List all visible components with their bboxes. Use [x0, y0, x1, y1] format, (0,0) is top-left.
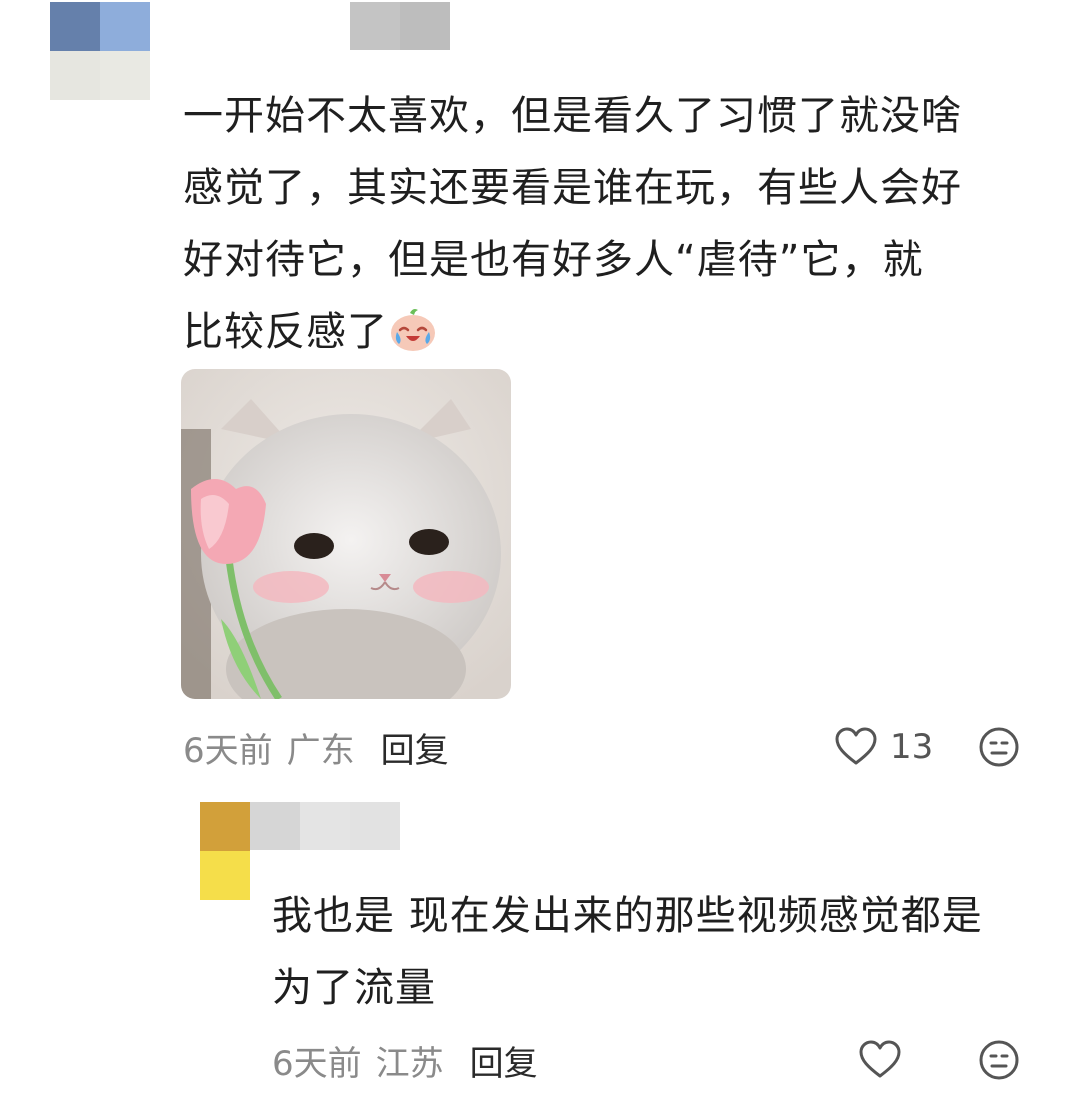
cat-sticker-image[interactable]: [181, 369, 511, 699]
dislike-face-icon[interactable]: [978, 726, 1020, 768]
comment-line: 感觉了，其实还要看是谁在玩，有些人会好: [183, 165, 962, 211]
reply-like-button[interactable]: [858, 1038, 902, 1082]
replier-name-blurred[interactable]: [250, 802, 400, 850]
reply-line: 为了流量: [272, 965, 436, 1011]
comment-time: 6天前: [183, 730, 273, 771]
replier-avatar[interactable]: [200, 802, 250, 900]
reply-button[interactable]: 回复: [381, 723, 449, 772]
heart-icon: [859, 1040, 901, 1078]
comment-location: 广东: [286, 730, 355, 771]
like-button[interactable]: 13: [834, 725, 933, 769]
reply-text: 我也是 现在发出来的那些视频感觉都是 为了流量: [272, 880, 1042, 1024]
comment-line: 一开始不太喜欢，但是看久了习惯了就没啥: [183, 93, 962, 139]
cat-with-tulip-sticker: [181, 369, 511, 699]
comment-meta: 6天前 广东 回复: [183, 723, 449, 772]
commenter-avatar[interactable]: [50, 2, 150, 100]
heart-icon: [835, 727, 877, 765]
reply-time: 6天前: [272, 1043, 362, 1084]
commenter-name-blurred[interactable]: [350, 2, 450, 50]
like-count: 13: [890, 727, 934, 767]
dislike-face-icon[interactable]: [978, 1039, 1020, 1081]
comment-line: 好对待它，但是也有好多人“虐待”它，就: [183, 237, 924, 283]
laugh-cry-emoji-icon: [391, 309, 435, 351]
reply-meta: 6天前 江苏 回复: [272, 1036, 538, 1085]
comment-text: 一开始不太喜欢，但是看久了习惯了就没啥 感觉了，其实还要看是谁在玩，有些人会好 …: [183, 80, 1023, 368]
reply-location: 江苏: [375, 1043, 444, 1084]
reply-line: 我也是 现在发出来的那些视频感觉都是: [272, 893, 983, 939]
comment-line: 比较反感了: [183, 296, 1023, 368]
reply-button[interactable]: 回复: [470, 1036, 538, 1085]
